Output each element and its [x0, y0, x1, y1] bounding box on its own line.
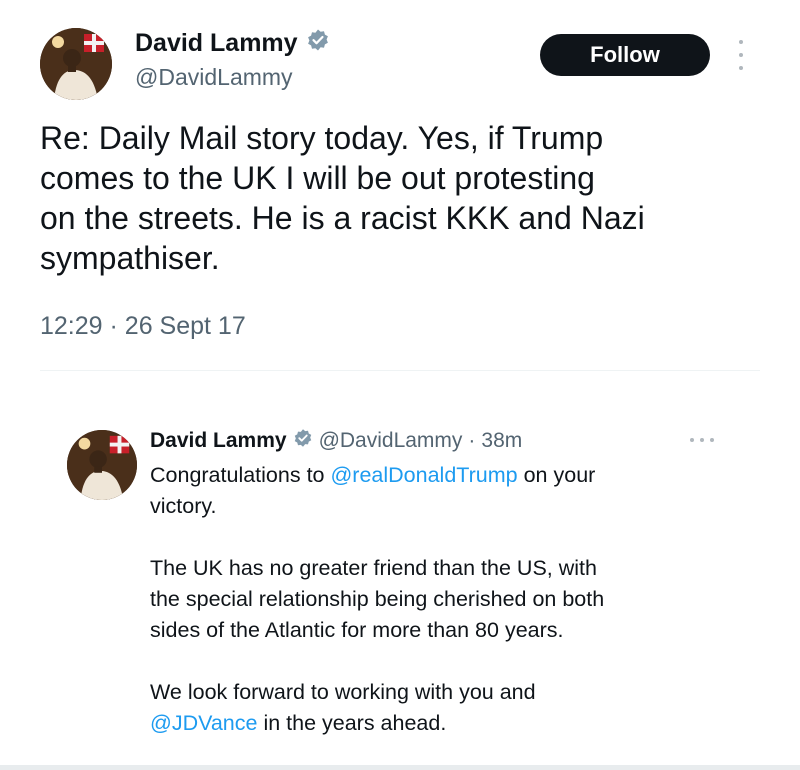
- divider: [40, 370, 760, 371]
- author-avatar[interactable]: [40, 28, 112, 100]
- quoted-tweet-age[interactable]: 38m: [481, 429, 522, 453]
- mention-link[interactable]: @realDonaldTrump: [330, 463, 517, 487]
- quoted-tweet-text: Congratulations to @realDonaldTrump on y…: [150, 460, 740, 770]
- tweet-text-line: on the streets. He is a racist KKK and N…: [40, 200, 645, 236]
- tweet-text-line: Re: Daily Mail story today. Yes, if Trum…: [40, 120, 604, 156]
- verified-badge-icon: [306, 28, 330, 59]
- quoted-author-handle[interactable]: @DavidLammy: [319, 429, 463, 453]
- text-segment: The UK has no greater friend than the US…: [150, 556, 597, 580]
- tweet-timestamp[interactable]: 12:29 · 26 Sept 17: [40, 312, 246, 341]
- text-segment: victory.: [150, 494, 217, 518]
- tweet-time: 12:29: [40, 312, 103, 340]
- meta-separator: ·: [468, 429, 476, 452]
- text-segment: We look forward to working with you and: [150, 680, 536, 704]
- follow-button[interactable]: Follow: [540, 34, 710, 76]
- more-options-icon[interactable]: [690, 438, 714, 444]
- text-segment: Congratulations to: [150, 463, 331, 487]
- text-segment: on your: [517, 463, 596, 487]
- tweet-text: Re: Daily Mail story today. Yes, if Trum…: [40, 118, 760, 278]
- tweet-date: 26 Sept 17: [124, 312, 246, 340]
- text-segment: the special relationship being cherished…: [150, 587, 605, 611]
- quoted-paragraph-2: The UK has no greater friend than the US…: [150, 553, 740, 646]
- author-name-row: David Lammy: [135, 28, 330, 59]
- text-segment: sides of the Atlantic for more than 80 y…: [150, 618, 564, 642]
- more-options-icon[interactable]: [734, 40, 748, 70]
- author-handle[interactable]: @DavidLammy: [135, 64, 293, 91]
- text-segment: in the years ahead.: [257, 711, 447, 735]
- main-tweet: David Lammy @DavidLammy Follow Re: Daily…: [0, 0, 800, 380]
- tweet-text-line: sympathiser.: [40, 240, 220, 276]
- quoted-header: David Lammy @DavidLammy · 38m: [150, 428, 522, 454]
- meta-separator: ·: [109, 312, 118, 340]
- mention-link[interactable]: @JDVance: [150, 711, 257, 735]
- avatar-image: [67, 430, 137, 500]
- quoted-paragraph-3: We look forward to working with you and …: [150, 677, 740, 739]
- quoted-author-avatar[interactable]: [67, 430, 137, 500]
- avatar-image: [40, 28, 112, 100]
- quoted-author-name[interactable]: David Lammy: [150, 429, 287, 453]
- quoted-paragraph-1: Congratulations to @realDonaldTrump on y…: [150, 460, 740, 522]
- bottom-border: [0, 765, 800, 770]
- author-name[interactable]: David Lammy: [135, 29, 298, 58]
- tweet-text-line: comes to the UK I will be out protesting: [40, 160, 595, 196]
- verified-badge-icon: [293, 428, 313, 454]
